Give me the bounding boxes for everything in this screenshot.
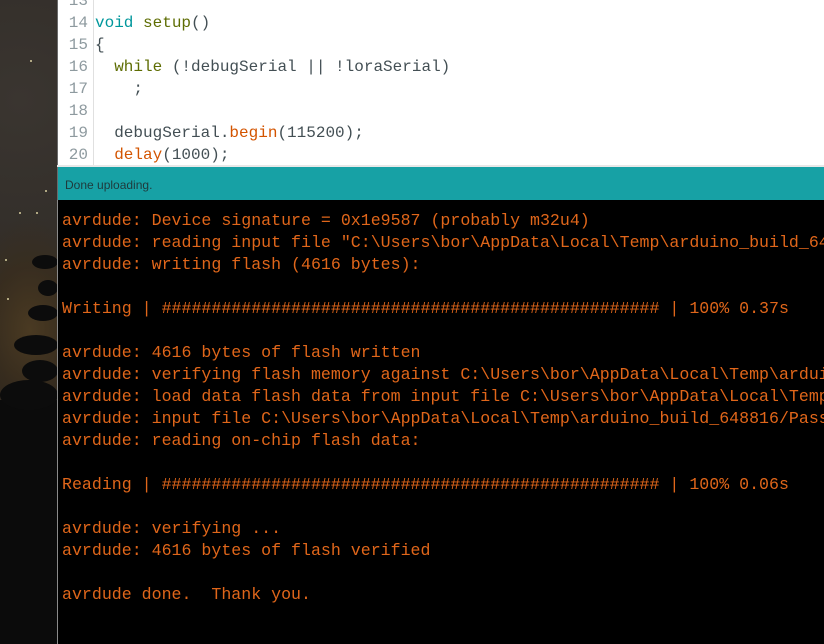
status-message: Done uploading. (65, 178, 153, 192)
code-token: (!debugSerial || !loraSerial) (162, 58, 451, 76)
code-token-fn: while (114, 58, 163, 76)
code-line[interactable]: 16 while (!debugSerial || !loraSerial) (58, 56, 824, 78)
code-line[interactable]: 13 (58, 0, 824, 12)
tree-silhouette (22, 360, 58, 382)
status-bar: Done uploading. (57, 167, 824, 200)
desktop-background (0, 0, 58, 644)
code-line[interactable]: 20 delay(1000); (58, 144, 824, 165)
code-token: (1000); (162, 146, 230, 164)
code-token: ; (95, 80, 144, 98)
code-token: () (191, 14, 211, 32)
tree-silhouette (14, 335, 58, 355)
tree-silhouette (32, 255, 58, 269)
code-token-fn: setup (143, 14, 192, 32)
console-line: avrdude: reading input file "C:\Users\bo… (62, 233, 824, 252)
code-line[interactable]: 19 debugSerial.begin(115200); (58, 122, 824, 144)
code-token: debugSerial. (95, 124, 230, 142)
console-line: avrdude: 4616 bytes of flash written (62, 343, 421, 362)
line-number: 18 (68, 102, 88, 120)
star (7, 298, 9, 300)
code-token-type: void (95, 14, 134, 32)
code-line[interactable]: 14 void setup() (58, 12, 824, 34)
code-line[interactable]: 17 ; (58, 78, 824, 100)
console-line: avrdude: 4616 bytes of flash verified (62, 541, 431, 560)
console-line: avrdude: verifying ... (62, 519, 282, 538)
desktop-dark-area (0, 400, 58, 644)
star (30, 60, 32, 62)
star (36, 212, 38, 214)
code-line[interactable]: 15 { (58, 34, 824, 56)
star (45, 190, 47, 192)
console-line: avrdude: input file C:\Users\bor\AppData… (62, 409, 824, 428)
console-line: avrdude done. Thank you. (62, 585, 311, 604)
arduino-ide-window: 13 14 void setup() 15 {16 while (!debugSeria… (57, 0, 824, 644)
tree-silhouette (38, 280, 58, 296)
code-token: (115200); (277, 124, 364, 142)
code-line[interactable]: 18 (58, 100, 824, 122)
star (5, 259, 7, 261)
tree-silhouette (0, 380, 58, 410)
star (19, 212, 21, 214)
console-line: Writing | ##############################… (62, 299, 789, 318)
line-number: 17 (68, 80, 88, 98)
line-number: 14 (68, 14, 88, 32)
console-line: avrdude: verifying flash memory against … (62, 365, 824, 384)
line-number: 20 (68, 146, 88, 164)
line-number: 13 (68, 0, 88, 10)
console-line: avrdude: load data flash data from input… (62, 387, 824, 406)
code-editor[interactable]: 13 14 void setup() 15 {16 while (!debugSeria… (57, 0, 824, 165)
line-number: 19 (68, 124, 88, 142)
console-output[interactable]: avrdude: Device signature = 0x1e9587 (pr… (57, 200, 824, 644)
code-token-method: begin (229, 124, 278, 142)
console-line: avrdude: writing flash (4616 bytes): (62, 255, 421, 274)
console-line: Reading | ##############################… (62, 475, 789, 494)
code-token-method: delay (114, 146, 163, 164)
console-line: avrdude: reading on-chip flash data: (62, 431, 421, 450)
code-token: { (95, 36, 105, 54)
console-line: avrdude: Device signature = 0x1e9587 (pr… (62, 211, 590, 230)
line-number: 16 (68, 58, 88, 76)
tree-silhouette (28, 305, 58, 321)
line-number: 15 (68, 36, 88, 54)
